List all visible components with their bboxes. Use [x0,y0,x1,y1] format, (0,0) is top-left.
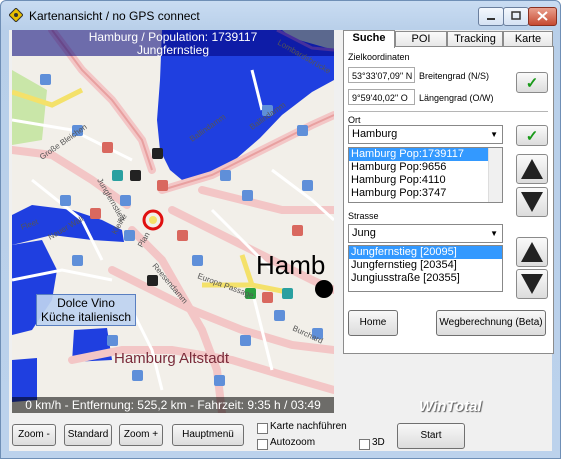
main-menu-button[interactable]: Hauptmenü [172,424,244,446]
map-street-title: Jungfernstieg [136,43,210,57]
latitude-label: Breitengrad (N/S) [419,71,490,81]
minimize-icon [487,18,495,20]
ort-list-item[interactable]: Hamburg Pop:3747 [349,187,502,200]
map-status-bar: 0 km/h - Entfernung: 525,2 km - Fahrzeit… [12,397,334,413]
standard-zoom-button[interactable]: Standard [64,424,112,446]
coords-title: Zielkoordinaten [348,52,410,62]
chevron-down-icon[interactable]: ▼ [490,126,498,143]
ort-value: Hamburg [352,128,398,140]
ort-ok-button[interactable]: ✓ [516,125,548,146]
separator [348,111,548,112]
minimize-button[interactable] [478,7,504,26]
check-icon: ✓ [525,75,539,92]
3d-label: 3D [372,437,385,448]
strasse-value: Jung [352,227,376,239]
ort-up-button[interactable] [516,154,548,184]
poi-category: Küche italienisch [40,310,132,324]
longitude-field[interactable]: 9°59'40,02'' O [348,89,415,105]
longitude-label: Längengrad (O/W) [419,93,494,103]
city-label: Hamb [256,250,326,280]
check-icon: ✓ [525,128,539,145]
triangle-up-icon [521,242,543,262]
maximize-button[interactable] [503,7,529,26]
watermark: WinTotal [419,398,482,415]
ort-list-item[interactable]: Hamburg Pop:9656 [349,161,502,174]
follow-map-checkbox[interactable] [257,423,268,434]
close-button[interactable] [528,7,557,26]
window-title: Kartenansicht / no GPS connect [29,9,200,23]
triangle-up-icon [521,159,543,179]
tab-poi[interactable]: POI [395,31,447,47]
route-calculation-button[interactable]: Wegberechnung (Beta) [436,310,546,336]
tab-karte[interactable]: Karte [503,31,553,47]
ort-scrollbar[interactable] [488,148,502,202]
map-view[interactable]: Große Bleichen Neuer Wall Ballindamm Ballin… [12,30,334,413]
3d-checkbox[interactable] [359,439,370,450]
home-button[interactable]: Home [348,310,398,336]
strasse-list-item[interactable]: Jungfernstieg [20354] [349,259,502,272]
poi-name: Dolce Vino [57,296,115,310]
tab-suche[interactable]: Suche [343,30,395,48]
strasse-list-item[interactable]: Jungiusstraße [20355] [349,272,502,285]
ort-down-button[interactable] [516,187,548,217]
ort-title: Ort [348,115,361,125]
strasse-combobox[interactable]: Jung ▼ [348,224,503,243]
app-icon [9,8,23,22]
start-button[interactable]: Start [397,423,465,449]
chevron-down-icon[interactable]: ▼ [490,225,498,242]
search-panel: Zielkoordinaten 53°33'07,09'' N Breiteng… [343,46,554,354]
autozoom-label: Autozoom [270,437,316,448]
coords-ok-button[interactable]: ✓ [516,72,548,93]
latitude-field[interactable]: 53°33'07,09'' N [348,67,415,83]
ort-list-item[interactable]: Hamburg Pop:4110 [349,174,502,187]
triangle-down-icon [521,192,543,212]
title-bar: Kartenansicht / no GPS connect [1,1,560,30]
strasse-title: Strasse [348,211,379,221]
autozoom-checkbox[interactable] [257,439,268,450]
strasse-down-button[interactable] [516,269,548,299]
zoom-in-button[interactable]: Zoom + [119,424,163,446]
tab-tracking[interactable]: Tracking [447,31,503,47]
maximize-icon [511,11,521,20]
strasse-up-button[interactable] [516,237,548,267]
zoom-out-button[interactable]: Zoom - [12,424,56,446]
strasse-listbox[interactable]: Jungfernstieg [20095] Jungfernstieg [203… [348,245,503,292]
client-area: Große Bleichen Neuer Wall Ballindamm Ballin… [9,30,554,451]
follow-map-label: Karte nachführen [270,421,347,432]
map-header: Hamburg / Population: 1739117 Jungfernst… [12,30,334,57]
triangle-down-icon [521,274,543,294]
ort-combobox[interactable]: Hamburg ▼ [348,125,503,144]
strasse-list-item[interactable]: Jungfernstieg [20095] [349,246,502,259]
app-window: Kartenansicht / no GPS connect Große Ble… [0,0,561,459]
close-icon [537,11,548,21]
district-label: Hamburg Altstadt [114,350,230,367]
poi-label[interactable]: Dolce Vino Küche italienisch [36,294,136,326]
ort-listbox[interactable]: Hamburg Pop:1739117 Hamburg Pop:9656 Ham… [348,147,503,203]
ort-list-item[interactable]: Hamburg Pop:1739117 [349,148,502,161]
